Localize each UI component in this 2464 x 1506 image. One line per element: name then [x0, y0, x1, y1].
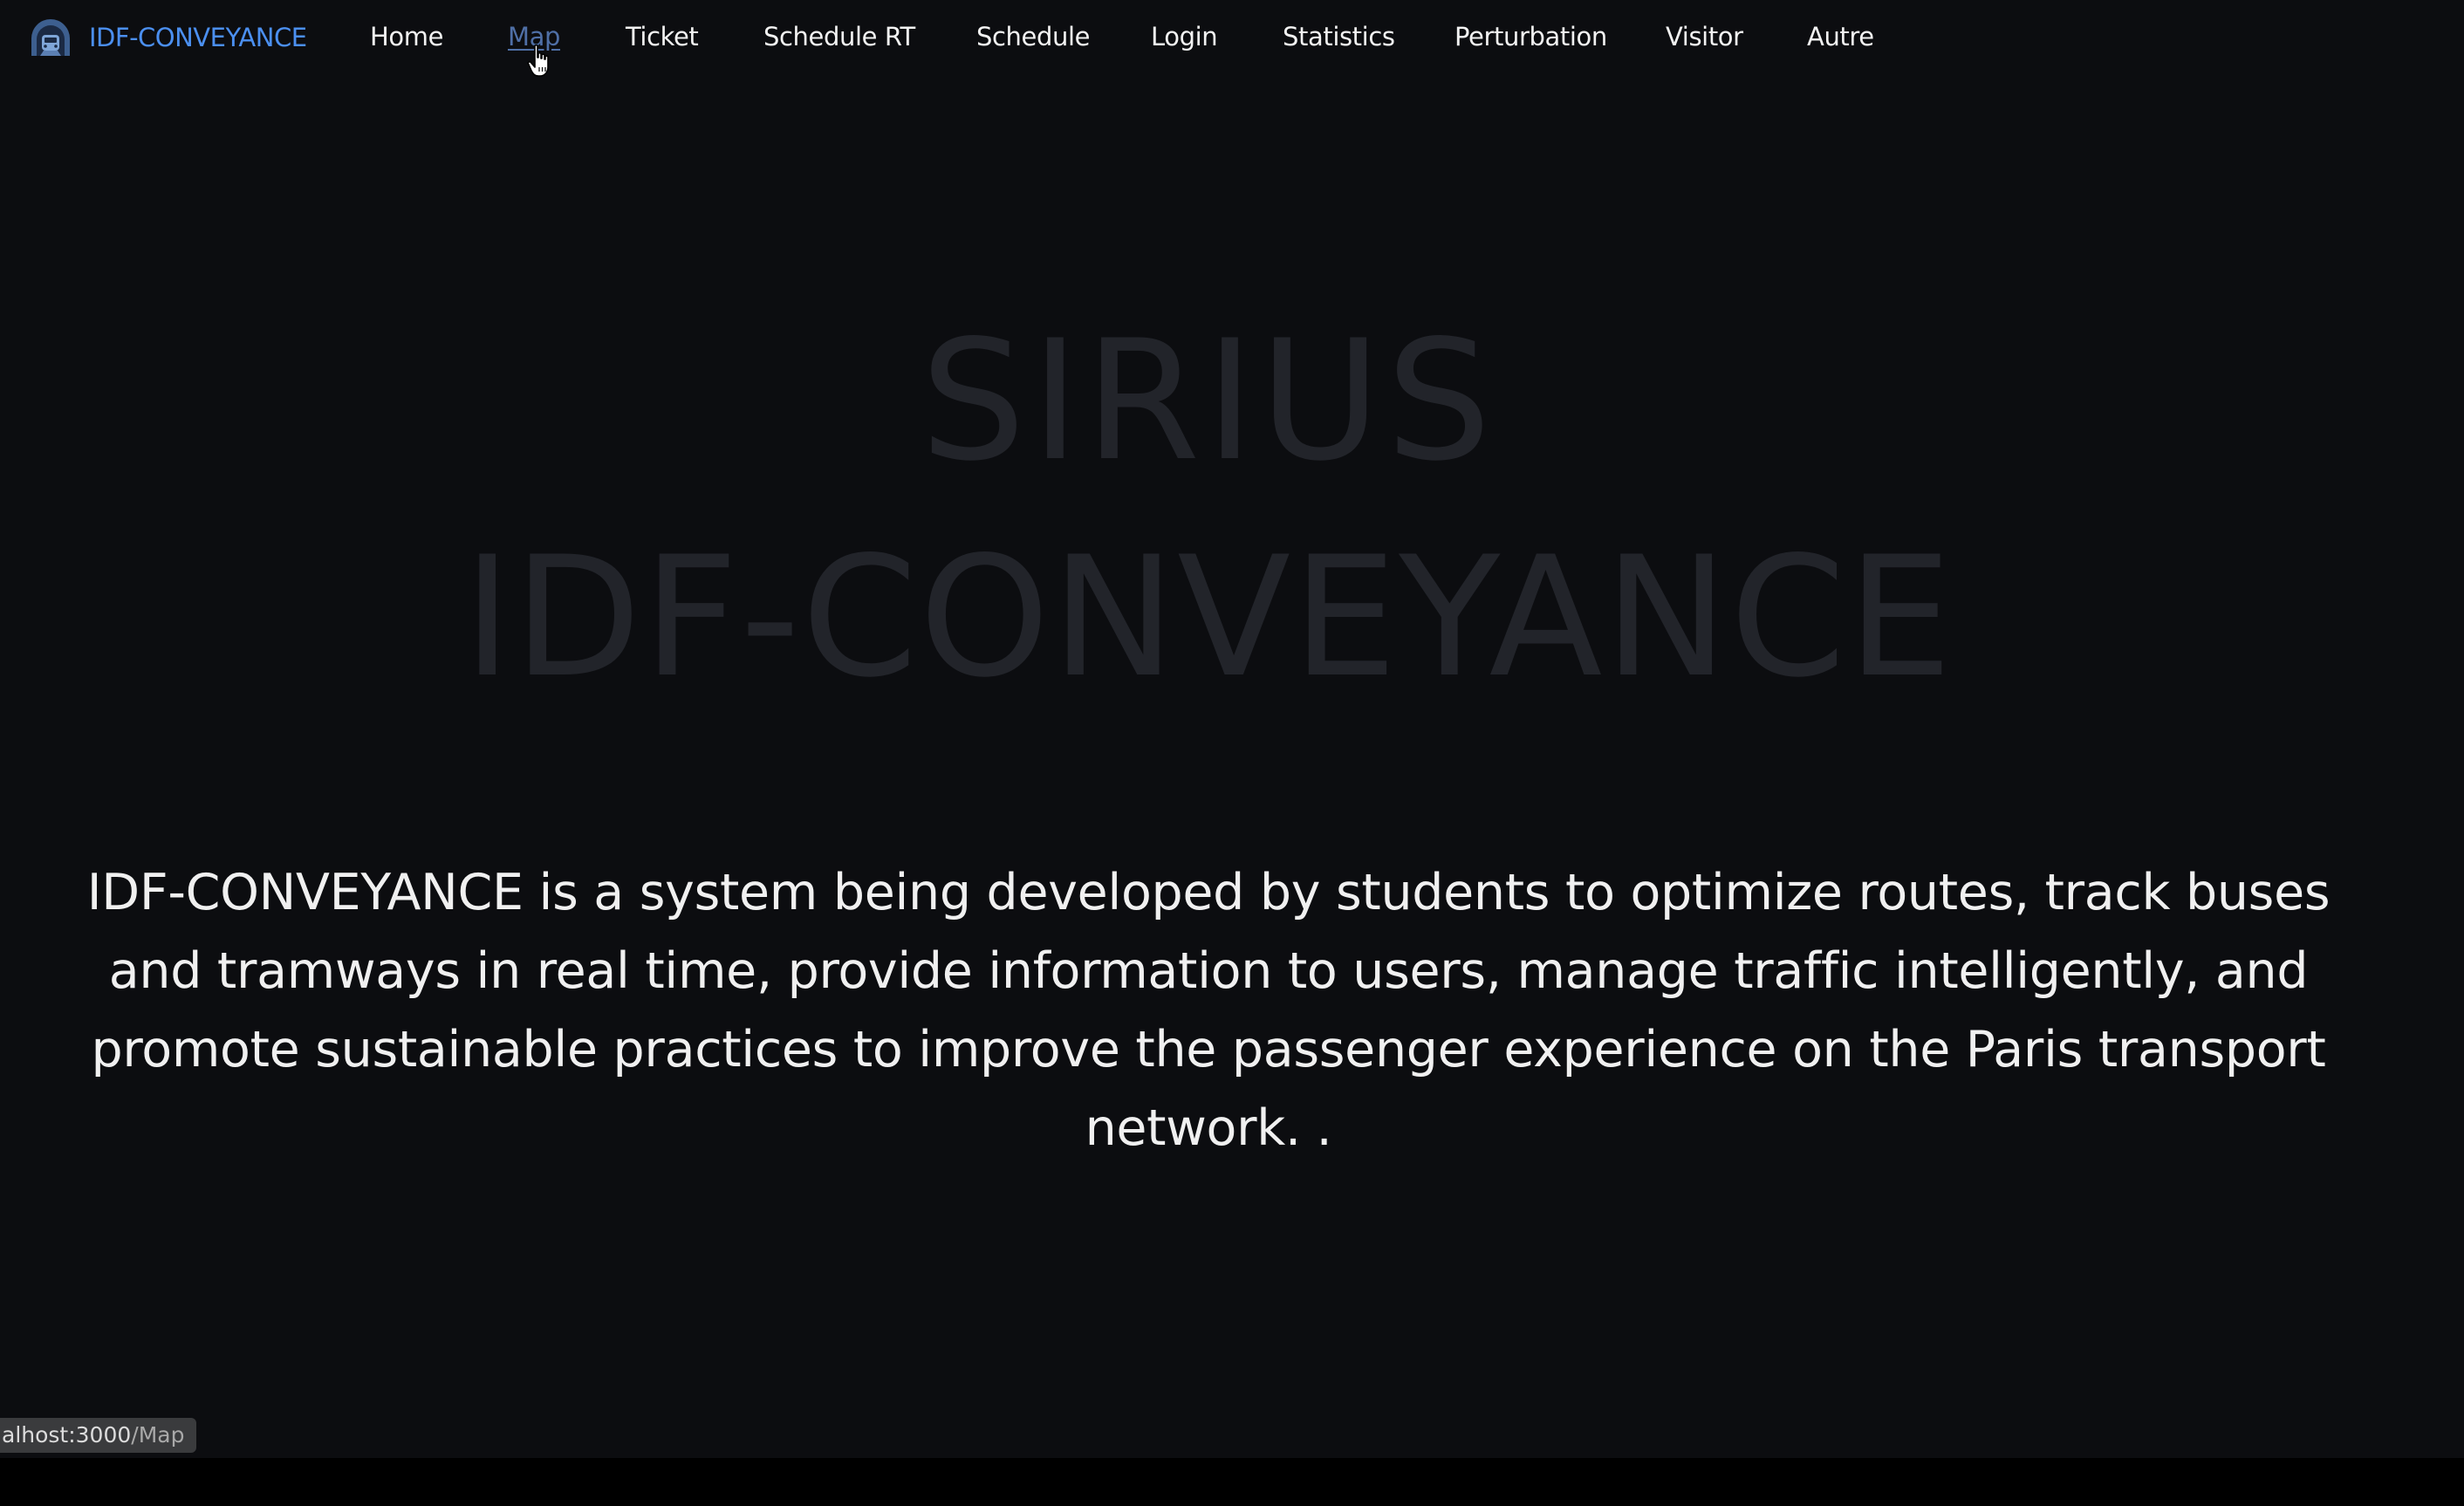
brand-link[interactable]: IDF-CONVEYANCE [28, 16, 307, 59]
nav-item-ticket[interactable]: Ticket [626, 22, 699, 51]
nav-item-statistics[interactable]: Statistics [1283, 22, 1395, 51]
nav-item-visitor[interactable]: Visitor [1666, 22, 1743, 51]
window-bottom-edge [0, 1458, 2464, 1506]
nav-item-autre[interactable]: Autre [1807, 22, 1874, 51]
nav-item-perturbation[interactable]: Perturbation [1454, 22, 1607, 51]
hero-title-line2: IDF-CONVEYANCE [462, 521, 1954, 715]
status-url-path: /Map [131, 1422, 185, 1448]
metro-tunnel-logo-icon [31, 19, 70, 56]
status-bar-url: alhost:3000/Map [0, 1418, 197, 1453]
nav-item-home[interactable]: Home [370, 22, 443, 51]
description-line: and tramways in real time, provide infor… [108, 942, 2309, 1000]
top-navbar: IDF-CONVEYANCE Home Map Ticket Schedule … [0, 0, 2464, 77]
nav-item-schedule[interactable]: Schedule [976, 22, 1090, 51]
nav-item-schedule-rt[interactable]: Schedule RT [763, 22, 915, 51]
description-line: network. . [1085, 1099, 1332, 1157]
status-url-host: alhost:3000 [2, 1422, 132, 1448]
nav-item-login[interactable]: Login [1151, 22, 1218, 51]
brand-name: IDF-CONVEYANCE [89, 23, 307, 52]
hand-pointer-cursor-icon [527, 44, 549, 77]
page: IDF-CONVEYANCE Home Map Ticket Schedule … [0, 0, 2464, 1458]
hero-title-line1: SIRIUS [920, 305, 1497, 498]
project-description: IDF-CONVEYANCE is a system being develop… [0, 853, 2417, 1167]
description-line: promote sustainable practices to improve… [91, 1021, 2326, 1078]
description-line: IDF-CONVEYANCE is a system being develop… [86, 864, 2331, 921]
